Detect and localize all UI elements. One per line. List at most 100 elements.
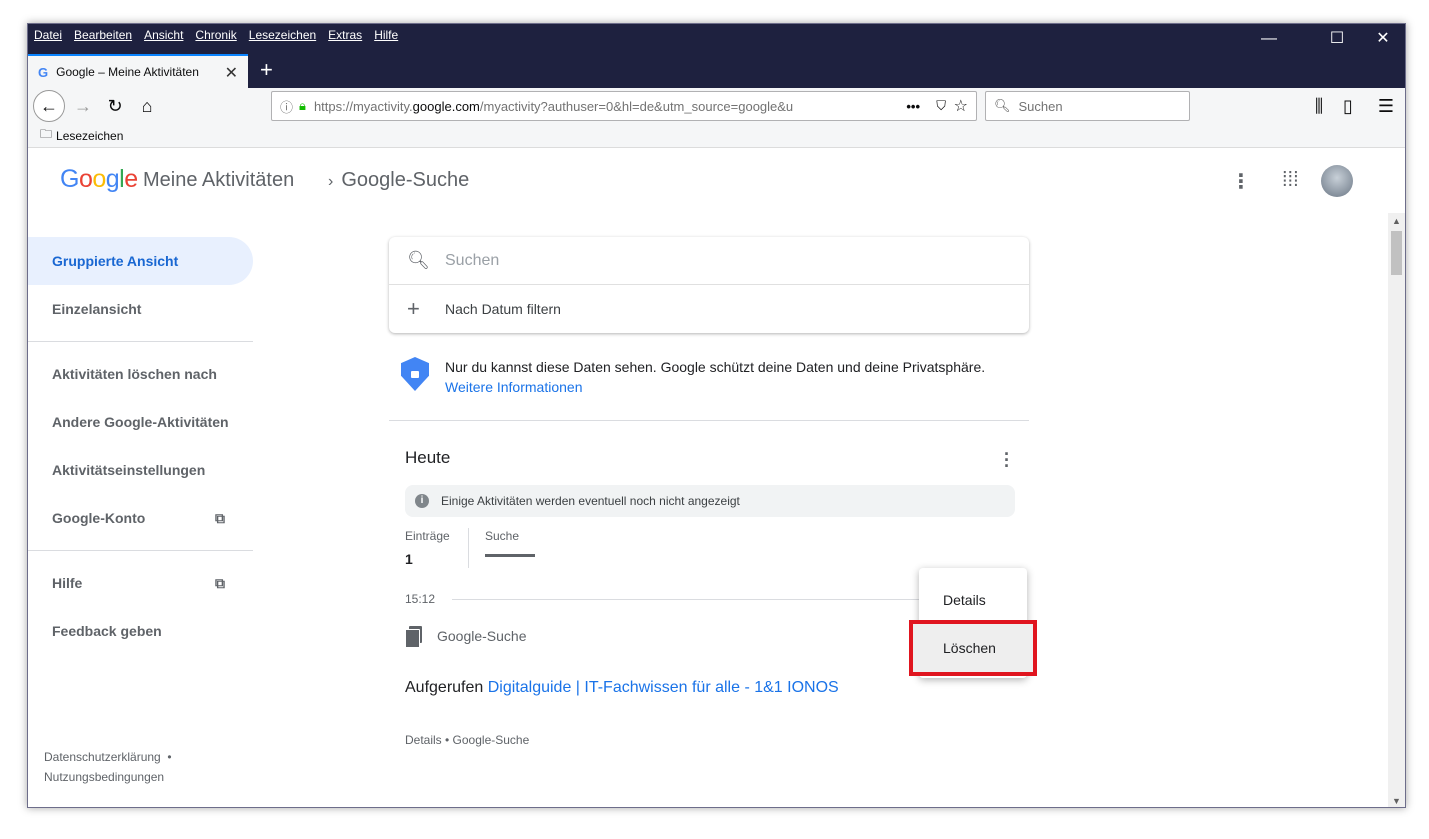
visited-link[interactable]: Digitalguide | IT-Fachwissen für alle - … xyxy=(488,679,839,696)
privacy-notice: Nur du kannst diese Daten sehen. Google … xyxy=(389,357,1029,397)
more-vert-icon[interactable]: ⋮ xyxy=(1231,169,1251,194)
more-vert-icon[interactable]: · · · xyxy=(1001,445,1013,475)
back-arrow-icon[interactable]: ← xyxy=(33,90,65,122)
title-bar: Datei Bearbeiten Ansicht Chronik Lesezei… xyxy=(28,24,1405,88)
url-host: google.com xyxy=(412,98,480,114)
close-tab-icon[interactable]: ✕ xyxy=(225,63,238,83)
sidebar-footer: Datenschutzerklärung • Nutzungsbedingung… xyxy=(44,747,172,787)
close-window-icon[interactable]: ✕ xyxy=(1360,30,1405,50)
terms-link[interactable]: Nutzungsbedingungen xyxy=(44,767,172,787)
sidebar-item-grouped[interactable]: Gruppierte Ansicht xyxy=(28,237,253,285)
tab-search[interactable]: Suche xyxy=(485,529,519,543)
minimize-icon[interactable]: — xyxy=(1246,30,1292,50)
sidebar-item-account-label: Google-Konto xyxy=(52,510,146,526)
external-link-icon: ⧉ xyxy=(215,574,225,591)
date-filter-button[interactable]: + Nach Datum filtern xyxy=(389,285,1029,333)
info-banner: i Einige Aktivitäten werden eventuell no… xyxy=(405,485,1015,517)
plus-icon: + xyxy=(407,296,420,321)
tab-title: Google – Meine Aktivitäten xyxy=(56,65,199,79)
nav-bar: ← → ↻ ⌂ ⓘ 🔒︎ https://myactivity. google.c… xyxy=(28,88,1405,124)
menu-bar: Datei Bearbeiten Ansicht Chronik Lesezei… xyxy=(34,28,398,42)
info-icon: i xyxy=(415,494,429,508)
entries-label: Einträge xyxy=(405,529,450,543)
entries-stat: Einträge 1 xyxy=(405,529,450,567)
sidebar-toggle-icon[interactable]: ▯ xyxy=(1333,92,1363,120)
sidebar-item-help-label: Hilfe xyxy=(52,575,83,591)
sidebar-item-other-activity[interactable]: Andere Google-Aktivitäten xyxy=(28,398,253,446)
sidebar-item-help[interactable]: Hilfe ⧉ xyxy=(28,559,253,607)
sidebar-item-delete-by[interactable]: Aktivitäten löschen nach xyxy=(28,350,253,398)
library-icon[interactable]: ⫼ xyxy=(1304,92,1334,120)
entry-product: Google-Suche xyxy=(437,628,527,644)
external-link-icon: ⧉ xyxy=(215,509,225,526)
pocket-icon[interactable]: ⛉ xyxy=(936,98,946,114)
new-tab-icon[interactable]: + xyxy=(260,57,273,83)
activity-search-input[interactable]: 🔍︎ Suchen xyxy=(389,237,1029,285)
url-bar[interactable]: ⓘ 🔒︎ https://myactivity. google.com/myact… xyxy=(271,91,977,121)
visited-prefix: Aufgerufen xyxy=(405,679,484,696)
section-title: Heute xyxy=(405,448,451,467)
context-menu: Details Löschen xyxy=(909,568,1037,678)
menu-item-details[interactable]: Details xyxy=(919,576,1027,624)
url-rest: /myactivity?authuser=0&hl=de&utm_source=… xyxy=(479,98,794,114)
menu-chronik[interactable]: Chronik xyxy=(195,28,236,42)
sidebar-divider xyxy=(28,341,253,342)
details-line[interactable]: Details • Google-Suche xyxy=(405,733,529,747)
scroll-thumb[interactable] xyxy=(1391,231,1402,275)
tab-indicator xyxy=(485,554,535,557)
app-title[interactable]: Meine Aktivitäten xyxy=(143,169,294,192)
menu-datei[interactable]: Datei xyxy=(34,28,62,42)
apps-grid-icon[interactable]: ⁞⁞⁞ xyxy=(1282,169,1299,192)
sidebar-item-feedback[interactable]: Feedback geben xyxy=(28,607,253,655)
sidebar-item-single[interactable]: Einzelansicht xyxy=(28,285,253,333)
lock-icon: 🔒︎ xyxy=(299,98,306,113)
timestamp: 15:12 xyxy=(405,592,436,606)
breadcrumb-label: Google-Suche xyxy=(341,169,470,191)
footer-separator: • xyxy=(164,750,172,764)
menu-item-delete[interactable]: Löschen xyxy=(909,620,1037,676)
sidebar: Gruppierte Ansicht Einzelansicht Aktivit… xyxy=(28,237,253,655)
menu-hilfe[interactable]: Hilfe xyxy=(374,28,398,42)
scrollbar[interactable]: ▲ ▼ xyxy=(1388,213,1405,807)
sidebar-divider xyxy=(28,550,253,551)
bookmarks-folder[interactable]: Lesezeichen xyxy=(56,129,123,143)
hamburger-menu-icon[interactable]: ☰ xyxy=(1371,92,1401,120)
bookmarks-toolbar: 🗀 Lesezeichen xyxy=(28,124,1405,148)
shield-lock-icon xyxy=(401,357,429,391)
info-icon[interactable]: ⓘ xyxy=(280,97,293,116)
avatar[interactable] xyxy=(1321,165,1353,197)
menu-ansicht[interactable]: Ansicht xyxy=(144,28,183,42)
scroll-down-icon[interactable]: ▼ xyxy=(1388,793,1405,807)
folder-icon: 🗀 xyxy=(40,127,53,141)
browser-tab[interactable]: G Google – Meine Aktivitäten ✕ xyxy=(28,54,248,88)
url-prefix: https://myactivity. xyxy=(313,98,413,114)
menu-bearbeiten[interactable]: Bearbeiten xyxy=(74,28,132,42)
page-header: Google Meine Aktivitäten › Google-Suche ⋮… xyxy=(28,149,1405,213)
entries-value: 1 xyxy=(405,551,413,567)
main-panel: 🔍︎ Suchen + Nach Datum filtern Nur du ka… xyxy=(389,237,1029,747)
bookmark-star-icon[interactable]: ☆ xyxy=(954,96,968,116)
scroll-up-icon[interactable]: ▲ xyxy=(1388,213,1405,229)
browser-search-placeholder: Suchen xyxy=(1018,98,1063,114)
chevron-right-icon: › xyxy=(328,173,334,190)
forward-arrow-icon[interactable]: → xyxy=(68,92,98,120)
google-favicon-icon: G xyxy=(38,64,49,80)
menu-extras[interactable]: Extras xyxy=(328,28,362,42)
browser-search-bar[interactable]: 🔍︎ Suchen xyxy=(985,91,1190,121)
reload-icon[interactable]: ↻ xyxy=(100,92,130,120)
visited-line: Aufgerufen Digitalguide | IT-Fachwissen … xyxy=(405,679,839,697)
maximize-icon[interactable]: ☐ xyxy=(1314,30,1360,50)
google-logo[interactable]: Google xyxy=(60,165,138,194)
search-icon: 🔍︎ xyxy=(994,98,1011,113)
info-text: Einige Aktivitäten werden eventuell noch… xyxy=(441,494,740,508)
breadcrumb: › Google-Suche xyxy=(328,169,469,192)
page-actions-icon[interactable]: ••• xyxy=(906,99,920,114)
home-icon[interactable]: ⌂ xyxy=(132,92,162,120)
privacy-policy-link[interactable]: Datenschutzerklärung xyxy=(44,750,161,764)
activity-search-placeholder: Suchen xyxy=(445,251,500,269)
menu-lesezeichen[interactable]: Lesezeichen xyxy=(249,28,316,42)
sidebar-item-settings[interactable]: Aktivitätseinstellungen xyxy=(28,446,253,494)
more-info-link[interactable]: Weitere Informationen xyxy=(445,379,582,395)
stat-divider xyxy=(468,528,469,568)
sidebar-item-account[interactable]: Google-Konto ⧉ xyxy=(28,494,253,542)
